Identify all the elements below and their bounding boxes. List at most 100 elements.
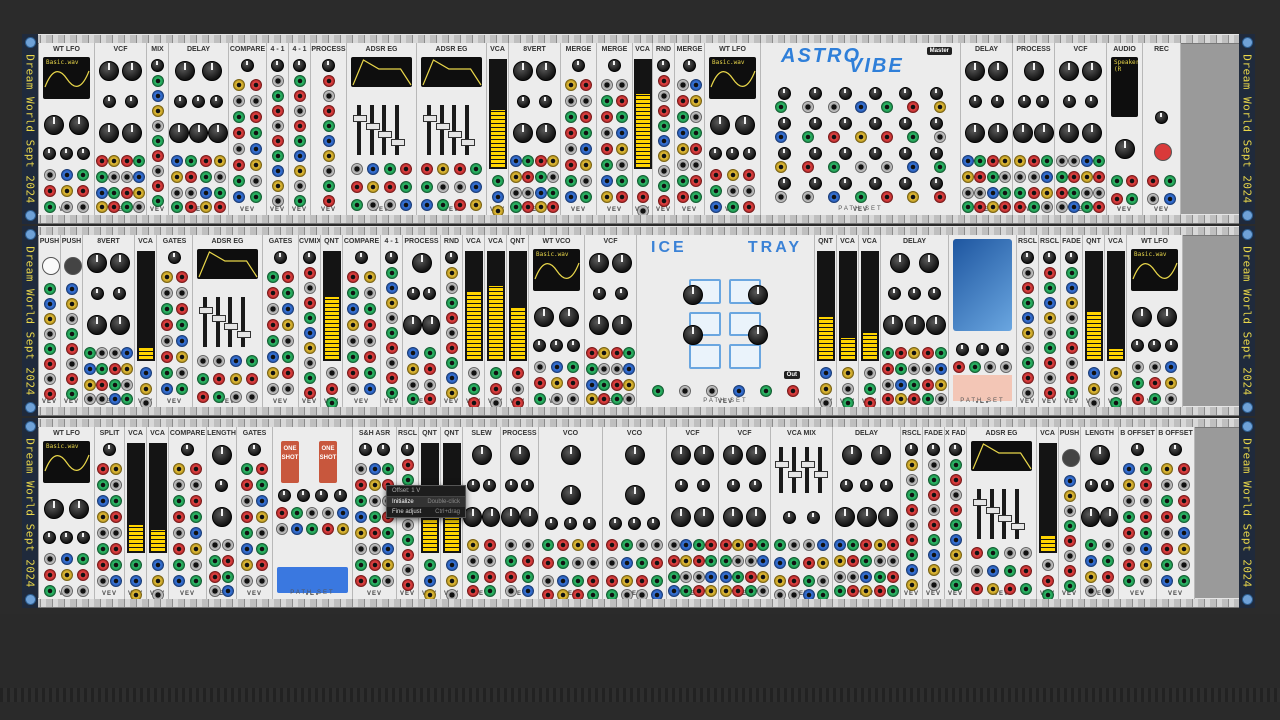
patch-jack[interactable] — [1087, 367, 1100, 379]
patch-jack[interactable] — [95, 155, 108, 167]
patch-jack[interactable] — [96, 527, 109, 539]
patch-jack[interactable] — [726, 201, 739, 213]
patch-jack[interactable] — [65, 373, 78, 385]
patch-jack[interactable] — [905, 489, 918, 501]
patch-jack[interactable] — [1065, 267, 1078, 279]
patch-jack[interactable] — [256, 575, 269, 587]
patch-jack[interactable] — [95, 187, 108, 199]
patch-jack[interactable] — [895, 393, 908, 405]
patch-jack[interactable] — [160, 271, 173, 283]
patch-jack[interactable] — [240, 463, 253, 475]
patch-jack[interactable] — [1110, 175, 1123, 187]
knob[interactable] — [293, 59, 306, 72]
patch-jack[interactable] — [399, 163, 412, 175]
patch-jack[interactable] — [1080, 155, 1093, 167]
patch-jack[interactable] — [623, 347, 636, 359]
patch-jack[interactable] — [1019, 547, 1032, 559]
envelope-slider[interactable] — [224, 297, 238, 347]
patch-jack[interactable] — [120, 155, 133, 167]
patch-jack[interactable] — [469, 199, 482, 211]
knob[interactable] — [110, 315, 131, 335]
knob[interactable] — [929, 87, 943, 100]
knob[interactable] — [112, 287, 126, 300]
patch-jack[interactable] — [189, 495, 202, 507]
patch-jack[interactable] — [1065, 327, 1078, 339]
knob[interactable] — [808, 117, 822, 130]
fader-handle[interactable] — [788, 471, 802, 478]
slider-handle[interactable] — [378, 131, 392, 138]
patch-jack[interactable] — [271, 90, 284, 102]
patch-jack[interactable] — [564, 143, 577, 155]
knob[interactable] — [385, 251, 398, 264]
knob[interactable] — [880, 479, 893, 492]
patch-jack[interactable] — [363, 287, 376, 299]
patch-jack[interactable] — [151, 575, 164, 587]
knob[interactable] — [743, 147, 756, 160]
patch-jack[interactable] — [819, 397, 832, 407]
knob[interactable] — [201, 61, 222, 81]
patch-jack[interactable] — [986, 171, 999, 183]
knob[interactable] — [882, 315, 903, 335]
slider-handle[interactable] — [236, 331, 251, 338]
patch-jack[interactable] — [1177, 559, 1190, 571]
patch-jack[interactable] — [621, 589, 633, 599]
patch-jack[interactable] — [60, 585, 73, 597]
slider-handle[interactable] — [211, 315, 226, 322]
patch-jack[interactable] — [907, 131, 920, 143]
knob[interactable] — [628, 517, 641, 530]
patch-jack[interactable] — [469, 181, 482, 193]
patch-jack[interactable] — [509, 187, 522, 199]
patch-jack[interactable] — [757, 555, 770, 567]
patch-jack[interactable] — [657, 120, 670, 132]
patch-jack[interactable] — [841, 367, 854, 379]
patch-jack[interactable] — [120, 187, 133, 199]
patch-jack[interactable] — [96, 347, 109, 359]
patch-jack[interactable] — [108, 171, 121, 183]
knob[interactable] — [406, 287, 420, 300]
patch-jack[interactable] — [828, 131, 841, 143]
patch-jack[interactable] — [65, 298, 78, 310]
knob[interactable] — [60, 147, 73, 160]
patch-jack[interactable] — [65, 358, 78, 370]
patch-jack[interactable] — [43, 358, 56, 370]
patch-jack[interactable] — [1063, 550, 1076, 562]
knob[interactable] — [929, 147, 943, 160]
channel-fader[interactable] — [814, 447, 828, 493]
knob[interactable] — [536, 61, 557, 81]
patch-jack[interactable] — [854, 191, 867, 203]
patch-jack[interactable] — [385, 342, 398, 354]
patch-jack[interactable] — [249, 159, 262, 171]
patch-jack[interactable] — [880, 131, 893, 143]
patch-jack[interactable] — [895, 363, 908, 375]
knob[interactable] — [869, 177, 883, 190]
patch-jack[interactable] — [1065, 312, 1078, 324]
patch-jack[interactable] — [802, 589, 815, 599]
patch-jack[interactable] — [96, 495, 109, 507]
patch-jack[interactable] — [709, 169, 722, 181]
patch-jack[interactable] — [600, 95, 613, 107]
knob[interactable] — [778, 87, 792, 100]
patch-jack[interactable] — [760, 385, 772, 397]
channel-fader[interactable] — [801, 447, 815, 493]
patch-jack[interactable] — [651, 589, 663, 599]
patch-jack[interactable] — [1021, 372, 1034, 384]
knob[interactable] — [608, 59, 621, 72]
patch-jack[interactable] — [882, 379, 895, 391]
patch-jack[interactable] — [1093, 201, 1106, 213]
patch-jack[interactable] — [96, 559, 109, 571]
knob[interactable] — [869, 117, 883, 130]
patch-jack[interactable] — [467, 571, 480, 583]
patch-jack[interactable] — [185, 187, 198, 199]
patch-jack[interactable] — [690, 143, 703, 155]
patch-jack[interactable] — [863, 383, 876, 395]
knob[interactable] — [151, 59, 164, 72]
patch-jack[interactable] — [197, 355, 210, 367]
patch-jack[interactable] — [245, 391, 258, 403]
patch-jack[interactable] — [363, 303, 376, 315]
patch-jack[interactable] — [108, 201, 121, 213]
patch-jack[interactable] — [705, 555, 718, 567]
patch-jack[interactable] — [580, 127, 593, 139]
patch-jack[interactable] — [197, 373, 210, 385]
patch-jack[interactable] — [999, 155, 1012, 167]
patch-jack[interactable] — [732, 571, 745, 583]
